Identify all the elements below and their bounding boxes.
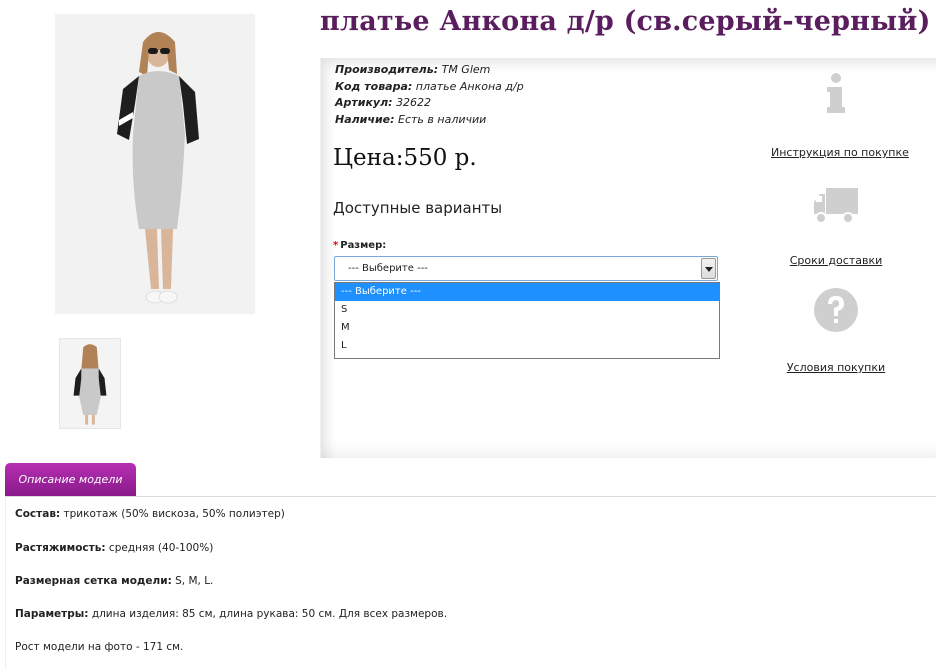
stretch-value: средняя (40-100%): [105, 542, 214, 554]
description-content: Состав: трикотаж (50% вискоза, 50% полиэ…: [5, 496, 936, 669]
sku-row: Артикул: 32622: [335, 95, 524, 112]
sku-label: Артикул:: [335, 96, 393, 109]
product-price: Цена:550 р.: [333, 145, 477, 171]
composition-label: Состав:: [15, 508, 61, 520]
size-select-value: --- Выберите ---: [348, 263, 428, 274]
tab-model-description[interactable]: Описание модели: [5, 463, 136, 496]
description-line: Состав: трикотаж (50% вискоза, 50% полиэ…: [15, 508, 285, 520]
size-grid-label: Размерная сетка модели:: [15, 575, 172, 587]
manufacturer-label: Производитель:: [335, 63, 439, 76]
delivery-terms-link[interactable]: Сроки доставки: [771, 254, 901, 267]
required-mark: *: [333, 240, 339, 251]
product-main-image[interactable]: [55, 14, 255, 314]
size-dropdown-list: --- Выберите --- S M L: [334, 282, 720, 359]
delivery-terms-block: Сроки доставки: [771, 186, 901, 267]
size-option-placeholder[interactable]: --- Выберите ---: [335, 283, 719, 301]
parameters-value: длина изделия: 85 см, длина рукава: 50 с…: [88, 608, 448, 620]
product-code-label: Код товара:: [335, 79, 413, 93]
product-info-panel: Производитель: TM Glem Код товара: плать…: [320, 58, 936, 458]
stock-label: Наличие:: [335, 112, 395, 126]
dress-model-photo: [55, 14, 255, 314]
chevron-down-icon[interactable]: [701, 258, 716, 279]
info-icon: [827, 73, 845, 113]
purchase-conditions-block: Условия покупки: [771, 287, 901, 374]
description-line: Размерная сетка модели: S, M, L.: [15, 575, 213, 587]
purchase-conditions-link[interactable]: Условия покупки: [771, 361, 901, 374]
truck-icon: [814, 188, 858, 224]
dress-model-back-photo: [60, 339, 120, 428]
product-code-row: Код товара: платье Анкона д/р: [335, 79, 524, 96]
description-line: Растяжимость: средняя (40-100%): [15, 542, 213, 554]
parameters-label: Параметры:: [15, 608, 89, 620]
size-label-text: Размер:: [340, 240, 387, 251]
composition-value: трикотаж (50% вискоза, 50% полиэтер): [60, 508, 285, 520]
size-option-s[interactable]: S: [335, 301, 719, 319]
product-attributes: Производитель: TM Glem Код товара: плать…: [335, 62, 524, 128]
size-label: * Размер:: [333, 240, 386, 251]
model-height-text: Рост модели на фото - 171 см.: [15, 641, 184, 653]
stock-row: Наличие: Есть в наличии: [335, 112, 524, 129]
size-grid-value: S, M, L.: [171, 575, 214, 587]
size-option-l[interactable]: L: [335, 337, 719, 355]
stock-value: Есть в наличии: [398, 112, 487, 126]
product-title: платье Анкона д/р (св.серый-черный): [320, 6, 931, 37]
size-option-m[interactable]: M: [335, 319, 719, 337]
stretch-label: Растяжимость:: [15, 542, 106, 554]
question-icon: [814, 288, 858, 332]
manufacturer-row: Производитель: TM Glem: [335, 62, 524, 79]
purchase-instructions-link[interactable]: Инструкция по покупке: [771, 146, 909, 159]
description-line: Рост модели на фото - 171 см.: [15, 641, 183, 653]
product-code-value: платье Анкона д/р: [415, 79, 524, 93]
size-select[interactable]: --- Выберите ---: [334, 256, 718, 281]
available-variants-heading: Доступные варианты: [333, 199, 503, 217]
product-thumbnail[interactable]: [59, 338, 121, 429]
purchase-instructions-block: Инструкция по покупке: [771, 72, 909, 159]
manufacturer-value: TM Glem: [441, 63, 491, 76]
description-line: Параметры: длина изделия: 85 см, длина р…: [15, 608, 447, 620]
sku-value: 32622: [396, 96, 432, 109]
